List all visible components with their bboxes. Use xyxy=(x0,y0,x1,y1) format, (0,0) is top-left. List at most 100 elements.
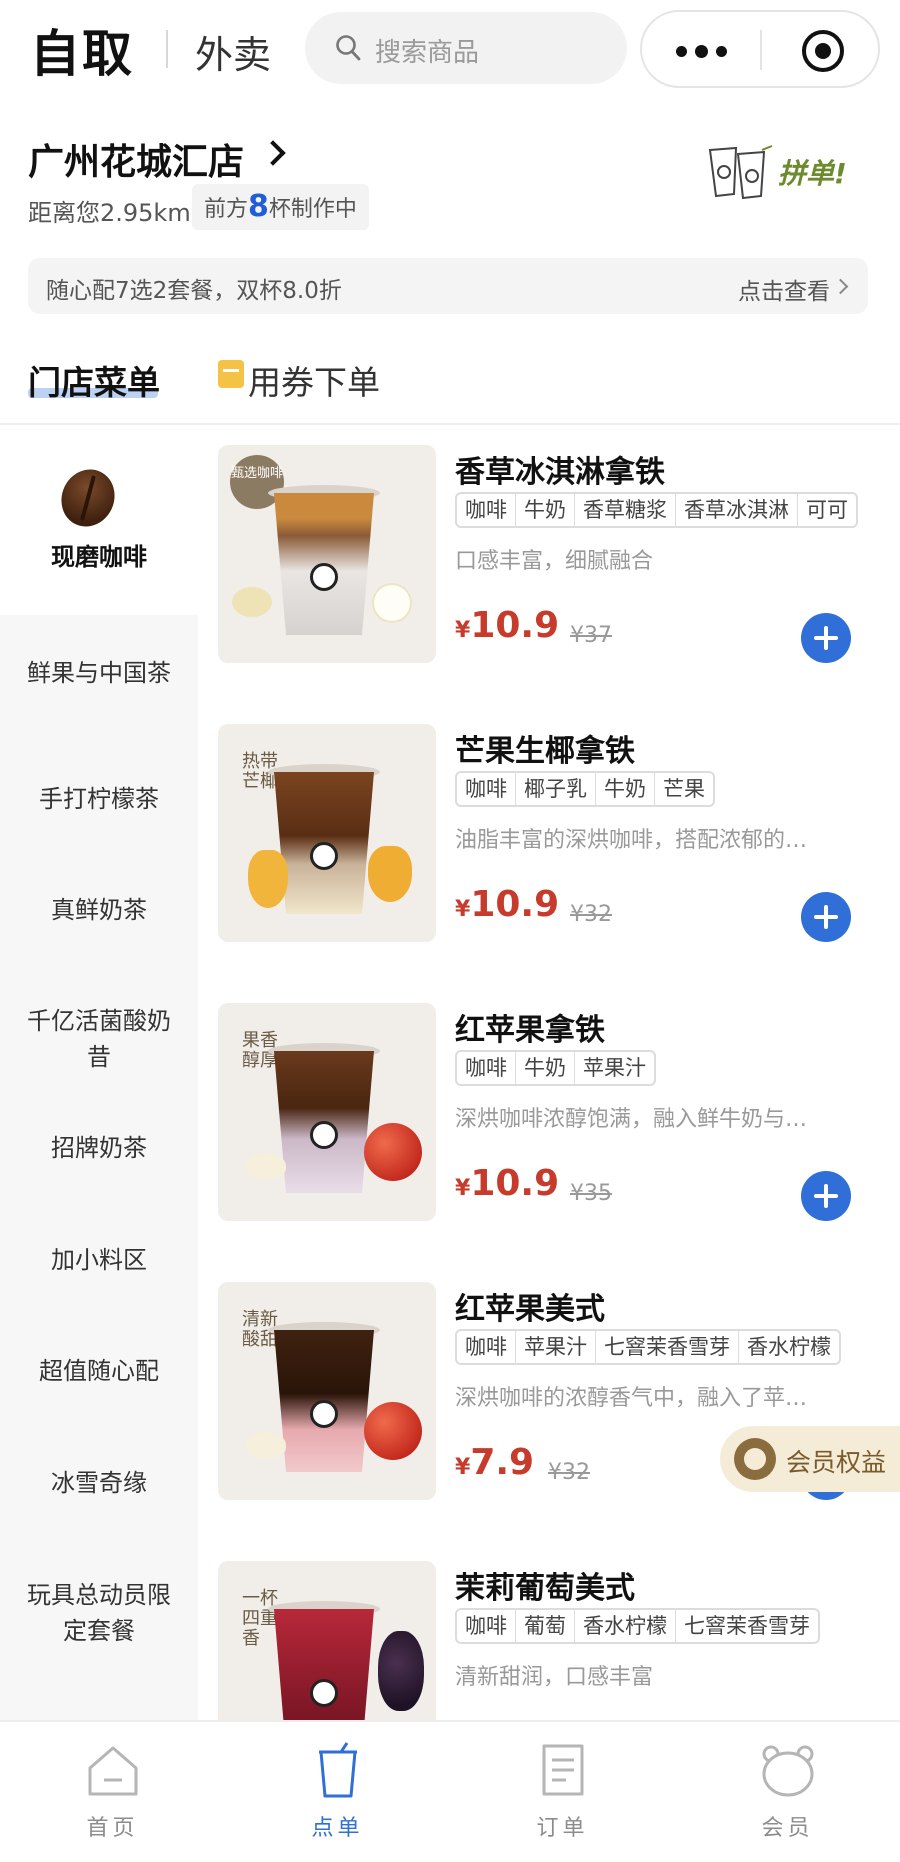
product-tag: 香草糖浆 xyxy=(575,494,676,526)
product-tag: 葡萄 xyxy=(516,1610,575,1642)
mango-icon xyxy=(368,846,412,902)
category-item-lemon-tea[interactable]: 手打柠檬茶 xyxy=(0,781,198,817)
receipt-icon xyxy=(542,1744,584,1796)
bottom-tab-bar: 首页 点单 订单 会员 xyxy=(0,1720,900,1862)
coupon-icon xyxy=(218,360,244,388)
product-description: 清新甜润，口感丰富 xyxy=(455,1665,654,1690)
product-tag: 牛奶 xyxy=(516,1052,575,1084)
tab-orders[interactable]: 订单 xyxy=(450,1722,675,1862)
category-item-fresh-milk-tea[interactable]: 真鲜奶茶 xyxy=(0,892,198,928)
mode-divider xyxy=(166,30,168,68)
category-sidebar: 现磨咖啡 鲜果与中国茶 手打柠檬茶 真鲜奶茶 千亿活菌酸奶昔 招牌奶茶 加小料区… xyxy=(0,425,198,1720)
tab-order-with-coupon[interactable]: 用券下单 xyxy=(248,356,380,404)
category-item-yogurt-shake[interactable]: 千亿活菌酸奶昔 xyxy=(0,1003,198,1075)
search-input[interactable]: 搜索商品 xyxy=(305,12,627,84)
price-value: 10.9 xyxy=(470,884,560,925)
product-tags: 咖啡 椰子乳 牛奶 芒果 xyxy=(455,771,715,807)
product-tag: 香草冰淇淋 xyxy=(676,494,798,526)
category-item-frozen[interactable]: 冰雪奇缘 xyxy=(0,1465,198,1501)
category-label: 现磨咖啡 xyxy=(51,543,147,571)
miniprogram-capsule xyxy=(640,10,880,88)
product-tag: 牛奶 xyxy=(596,773,655,805)
product-price: ¥10.9 xyxy=(455,884,559,925)
product-image: 清新酸甜 xyxy=(218,1282,436,1500)
queue-status: 前方8杯制作中 xyxy=(192,184,369,230)
product-description: 口感丰富，细腻融合 xyxy=(455,549,654,574)
product-badge: 一杯四重香 xyxy=(242,1588,278,1649)
store-name[interactable]: 广州花城汇店 xyxy=(28,133,244,185)
add-to-cart-button[interactable] xyxy=(801,892,851,942)
category-item-value-combo[interactable]: 超值随心配 xyxy=(0,1353,198,1389)
product-card[interactable]: 热带芒椰 芒果生椰拿铁 咖啡 椰子乳 牛奶 芒果 油脂丰富的深烘咖啡，搭配浓郁的… xyxy=(218,724,870,954)
tab-store-menu[interactable]: 门店菜单 xyxy=(28,356,160,404)
product-tags: 咖啡 苹果汁 七窨茉香雪芽 香水柠檬 xyxy=(455,1329,841,1365)
product-price: ¥10.9 xyxy=(455,605,559,646)
product-tag: 苹果汁 xyxy=(516,1331,596,1363)
tab-label: 首页 xyxy=(86,1816,139,1841)
category-item-toppings[interactable]: 加小料区 xyxy=(0,1242,198,1278)
product-price: ¥7.9 xyxy=(455,1442,534,1483)
capsule-divider xyxy=(760,30,762,70)
price-value: 7.9 xyxy=(470,1442,535,1483)
product-tag: 香水柠檬 xyxy=(747,1335,831,1359)
tab-order[interactable]: 点单 xyxy=(225,1722,450,1862)
product-image: 一杯四重香 xyxy=(218,1561,436,1720)
promo-banner[interactable]: 随心配7选2套餐，双杯8.0折 点击查看 xyxy=(28,258,868,314)
mode-self-pickup-tab[interactable]: 自取 xyxy=(30,14,134,86)
mode-delivery-tab[interactable]: 外卖 xyxy=(195,24,271,79)
tab-member[interactable]: 会员 xyxy=(675,1722,900,1862)
category-item-signature-milk-tea[interactable]: 招牌奶茶 xyxy=(0,1130,198,1166)
home-icon xyxy=(88,1746,138,1796)
original-price: ¥35 xyxy=(570,1181,612,1206)
store-distance: 距离您2.95km xyxy=(28,199,191,227)
close-miniprogram-icon[interactable] xyxy=(802,30,844,72)
product-tag: 芒果 xyxy=(663,777,705,801)
add-to-cart-button[interactable] xyxy=(801,613,851,663)
panda-icon xyxy=(734,1438,776,1480)
panda-logo-icon xyxy=(310,1400,338,1428)
product-tag: 咖啡 xyxy=(457,773,516,805)
chevron-right-icon xyxy=(832,278,849,295)
member-benefits-label: 会员权益 xyxy=(786,1448,887,1477)
product-price: ¥10.9 xyxy=(455,1163,559,1204)
product-tag: 咖啡 xyxy=(457,1052,516,1084)
product-tag: 椰子乳 xyxy=(516,773,596,805)
currency-symbol: ¥ xyxy=(455,1455,471,1480)
apple-slice-icon xyxy=(246,1432,286,1458)
panda-logo-icon xyxy=(310,563,338,591)
apple-icon xyxy=(364,1123,422,1181)
promo-link[interactable]: 点击查看 xyxy=(738,272,830,306)
product-card[interactable]: 一杯四重香 茉莉葡萄美式 咖啡 葡萄 香水柠檬 七窨茉香雪芽 清新甜润，口感丰富 xyxy=(218,1561,870,1720)
category-item-toy-story-set[interactable]: 玩具总动员限定套餐 xyxy=(0,1577,198,1649)
add-to-cart-button[interactable] xyxy=(801,1171,851,1221)
product-description: 油脂丰富的深烘咖啡，搭配浓郁的… xyxy=(455,828,808,853)
product-image: 果香醇厚 xyxy=(218,1003,436,1221)
group-order-button[interactable]: 拼单! xyxy=(702,128,872,206)
product-tag: 可可 xyxy=(806,498,848,522)
cups-icon xyxy=(708,145,773,200)
more-options-icon[interactable] xyxy=(676,45,728,58)
product-tags: 咖啡 葡萄 香水柠檬 七窨茉香雪芽 xyxy=(455,1608,820,1644)
currency-symbol: ¥ xyxy=(455,618,471,643)
product-name: 红苹果拿铁 xyxy=(455,1013,605,1048)
chevron-right-icon[interactable] xyxy=(260,140,286,166)
tab-home[interactable]: 首页 xyxy=(0,1722,225,1862)
product-name: 芒果生椰拿铁 xyxy=(455,734,635,769)
product-card[interactable]: 甄选咖啡 香草冰淇淋拿铁 咖啡 牛奶 香草糖浆 香草冰淇淋 可可 口感丰富，细腻… xyxy=(218,445,870,675)
product-description: 深烘咖啡的浓醇香气中，融入了苹… xyxy=(455,1386,808,1411)
search-icon xyxy=(336,35,361,61)
search-placeholder: 搜索商品 xyxy=(375,38,480,68)
price-value: 10.9 xyxy=(470,1163,560,1204)
promo-text: 随心配7选2套餐，双杯8.0折 xyxy=(46,278,342,304)
product-tag: 咖啡 xyxy=(457,494,516,526)
category-item-fruit-tea[interactable]: 鲜果与中国茶 xyxy=(0,655,198,691)
product-name: 茉莉葡萄美式 xyxy=(455,1571,635,1606)
product-tags: 咖啡 牛奶 香草糖浆 香草冰淇淋 可可 xyxy=(455,492,858,528)
product-card[interactable]: 果香醇厚 红苹果拿铁 咖啡 牛奶 苹果汁 深烘咖啡浓醇饱满，融入鲜牛奶与… ¥1… xyxy=(218,1003,870,1233)
category-item-coffee[interactable]: 现磨咖啡 xyxy=(0,425,198,615)
product-description: 深烘咖啡浓醇饱满，融入鲜牛奶与… xyxy=(455,1107,808,1132)
member-benefits-button[interactable]: 会员权益 xyxy=(720,1426,900,1492)
panda-icon xyxy=(762,1745,814,1797)
ice-cream-icon xyxy=(232,587,272,617)
product-tags: 咖啡 牛奶 苹果汁 xyxy=(455,1050,656,1086)
